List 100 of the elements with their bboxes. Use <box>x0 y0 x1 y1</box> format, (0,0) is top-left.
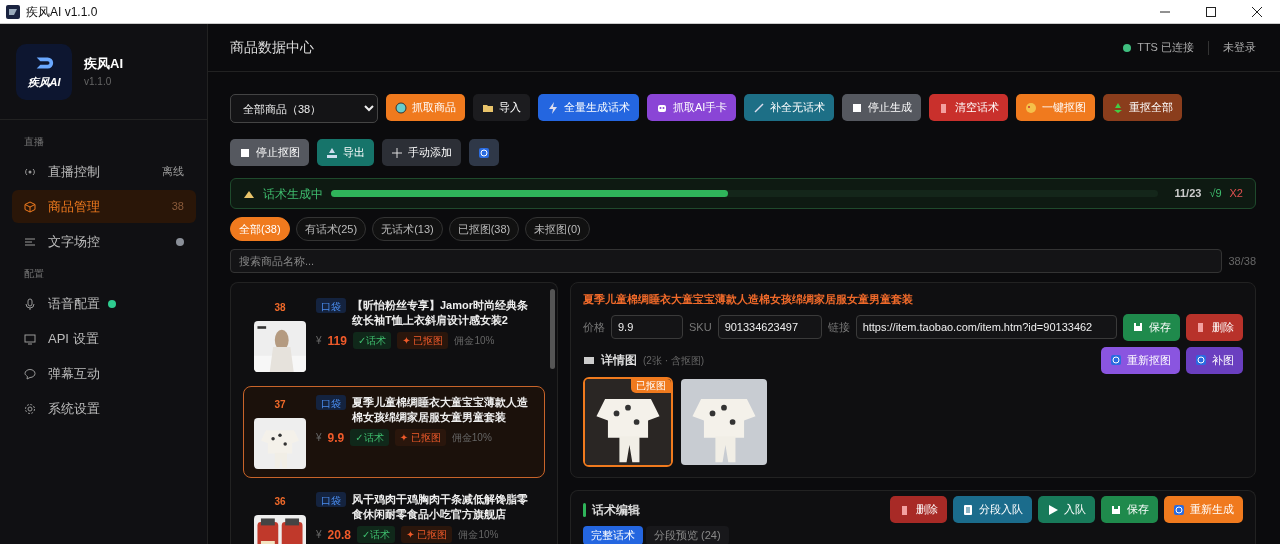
commission-label: 佣金10% <box>451 431 492 446</box>
window-title: 疾风AI v1.1.0 <box>26 3 98 21</box>
action-button[interactable]: 删除 <box>890 496 947 523</box>
action-button[interactable]: 分段入队 <box>953 496 1032 523</box>
product-card[interactable]: 36 口袋 风干鸡肉干鸡胸肉干条减低解馋脂零食休闲耐零食品小吃官方旗舰店 ¥ 20.8 ✓话术 ✦ 已抠图 佣金10% <box>243 483 545 544</box>
toolbar-button[interactable]: 导入 <box>473 94 530 121</box>
count-label: 38 <box>171 199 184 215</box>
microphone-icon <box>24 297 36 310</box>
toolbar-button[interactable]: 停止生成 <box>842 94 922 121</box>
toolbar-button[interactable]: 导出 <box>317 139 374 166</box>
image-icon <box>583 354 595 366</box>
refresh-icon <box>1110 354 1122 366</box>
product-number: 37 <box>274 398 286 412</box>
refresh-icon <box>1195 354 1207 366</box>
toolbar-button[interactable]: 全量生成话术 <box>538 94 639 121</box>
action-button[interactable]: 补图 <box>1186 346 1243 374</box>
filter-chip[interactable]: 无话术(13) <box>372 217 443 241</box>
filter-select[interactable]: 全部商品（38） <box>230 94 378 123</box>
sidebar-item[interactable]: 系统设置 <box>12 392 196 425</box>
field-label: SKU <box>689 319 712 335</box>
product-number: 38 <box>274 301 286 315</box>
login-status[interactable]: 未登录 <box>1223 39 1256 56</box>
pencil-icon <box>753 101 766 114</box>
filter-chip[interactable]: 有话术(25) <box>295 217 367 241</box>
product-price: 20.8 <box>327 526 351 544</box>
image-hint: (2张 · 含抠图) <box>643 353 705 368</box>
script-tag: ✓话术 <box>356 526 396 544</box>
source-tag: 口袋 <box>316 492 346 507</box>
commission-label: 佣金10% <box>458 528 499 543</box>
product-title: 夏季儿童棉绸睡衣大童宝宝薄款人造棉女孩绵绸家居服女童男童套装 <box>583 292 914 307</box>
product-price: 119 <box>327 332 347 350</box>
play-icon <box>1047 503 1059 516</box>
page-title: 商品数据中心 <box>230 38 314 57</box>
sidebar-item[interactable]: API 设置 <box>12 322 196 355</box>
input-field[interactable]: 901334623497 <box>717 315 822 339</box>
cube-icon <box>24 200 36 213</box>
source-tag: 口袋 <box>316 298 346 313</box>
close-icon <box>1252 6 1262 17</box>
toolbar-button[interactable]: 清空话术 <box>929 94 1009 121</box>
source-tag: 口袋 <box>316 395 346 410</box>
settings-icon <box>24 402 36 415</box>
section-label: 直播 <box>23 135 45 149</box>
product-title: 风干鸡肉干鸡胸肉干条减低解馋脂零食休闲耐零食品小吃官方旗舰店 <box>352 492 529 523</box>
product-number: 36 <box>274 495 286 509</box>
connection-status: TTS 已连接 <box>1137 40 1194 56</box>
chat-icon <box>24 367 36 380</box>
toolbar-button[interactable]: 重抠全部 <box>1103 94 1183 121</box>
status-dot <box>1123 43 1132 52</box>
toolbar-button[interactable]: 抓取AI手卡 <box>647 94 737 121</box>
filter-chip[interactable]: 已抠图(38) <box>448 217 520 241</box>
product-card[interactable]: 38 口袋 【昕怡粉丝专享】Jamor时尚经典条纹长袖T恤上衣斜肩设计感女装2 ¥ 119 ✓话术 ✦ 已抠图 佣金10% <box>243 289 545 381</box>
failure-count: X2 <box>1229 186 1243 202</box>
currency-symbol: ¥ <box>316 528 322 543</box>
toolbar-button[interactable]: 手动添加 <box>382 139 461 166</box>
circle-icon <box>395 101 407 114</box>
script-tag: ✓话术 <box>350 429 389 447</box>
refresh-icon <box>1173 503 1185 516</box>
product-price: 9.9 <box>327 429 345 447</box>
status-badge: 已抠图 <box>631 378 671 393</box>
list-icon <box>24 235 36 248</box>
count-label: 离线 <box>162 164 184 180</box>
product-title: 【昕怡粉丝专享】Jamor时尚经典条纹长袖T恤上衣斜肩设计感女装2 <box>352 298 530 329</box>
action-button[interactable]: 重新抠图 <box>1101 346 1180 374</box>
search-field[interactable]: 搜索商品名称... <box>230 249 1223 273</box>
cutout-tag: ✦ 已抠图 <box>394 429 446 447</box>
tab[interactable]: 分段预览 (24) <box>646 526 729 544</box>
save-icon <box>1110 503 1122 516</box>
product-card[interactable]: 37 口袋 夏季儿童棉绸睡衣大童宝宝薄款人造棉女孩绵绸家居服女童男童套装 ¥ 9.9 ✓话术 ✦ 已抠图 佣金10% <box>243 386 545 478</box>
plus-icon <box>391 146 403 159</box>
progress-label: 话术生成中 <box>263 185 323 203</box>
app-icon <box>6 4 20 19</box>
script-tag: ✓话术 <box>352 332 392 350</box>
refresh-button[interactable] <box>469 139 499 166</box>
section-title: 详情图 <box>601 352 637 369</box>
action-button[interactable]: 入队 <box>1038 496 1095 523</box>
sidebar-item[interactable]: 语音配置 <box>12 287 196 320</box>
field-label: 链接 <box>827 319 850 335</box>
scrollbar[interactable] <box>550 289 555 369</box>
sidebar-item[interactable]: 文字场控 <box>12 225 196 258</box>
toolbar-button[interactable]: 停止抠图 <box>230 139 309 166</box>
tab[interactable]: 完整话术 <box>583 526 643 544</box>
input-field[interactable]: https://item.taobao.com/item.htm?id=90133462 <box>855 315 1117 339</box>
sidebar-item[interactable]: 直播控制 离线 <box>12 155 196 188</box>
action-button[interactable]: 删除 <box>1186 313 1243 341</box>
lightning-icon <box>547 101 559 114</box>
action-button[interactable]: 保存 <box>1123 313 1180 341</box>
filter-chip[interactable]: 未抠图(0) <box>525 217 590 241</box>
commission-label: 佣金10% <box>454 334 495 349</box>
input-field[interactable]: 9.9 <box>611 315 683 339</box>
currency-symbol: ¥ <box>316 431 322 446</box>
clipboard-icon <box>962 503 974 516</box>
palette-icon <box>1025 101 1038 114</box>
sidebar-item[interactable]: 商品管理 38 <box>12 190 196 223</box>
version-label: v1.1.0 <box>84 74 113 89</box>
stop-icon <box>851 101 864 114</box>
sidebar-item[interactable]: 弹幕互动 <box>12 357 196 390</box>
app-name: 疾风AI <box>84 55 123 74</box>
action-button[interactable]: 保存 <box>1101 496 1158 523</box>
toolbar-button[interactable]: 补全无话术 <box>744 94 835 121</box>
export-icon <box>326 146 338 159</box>
